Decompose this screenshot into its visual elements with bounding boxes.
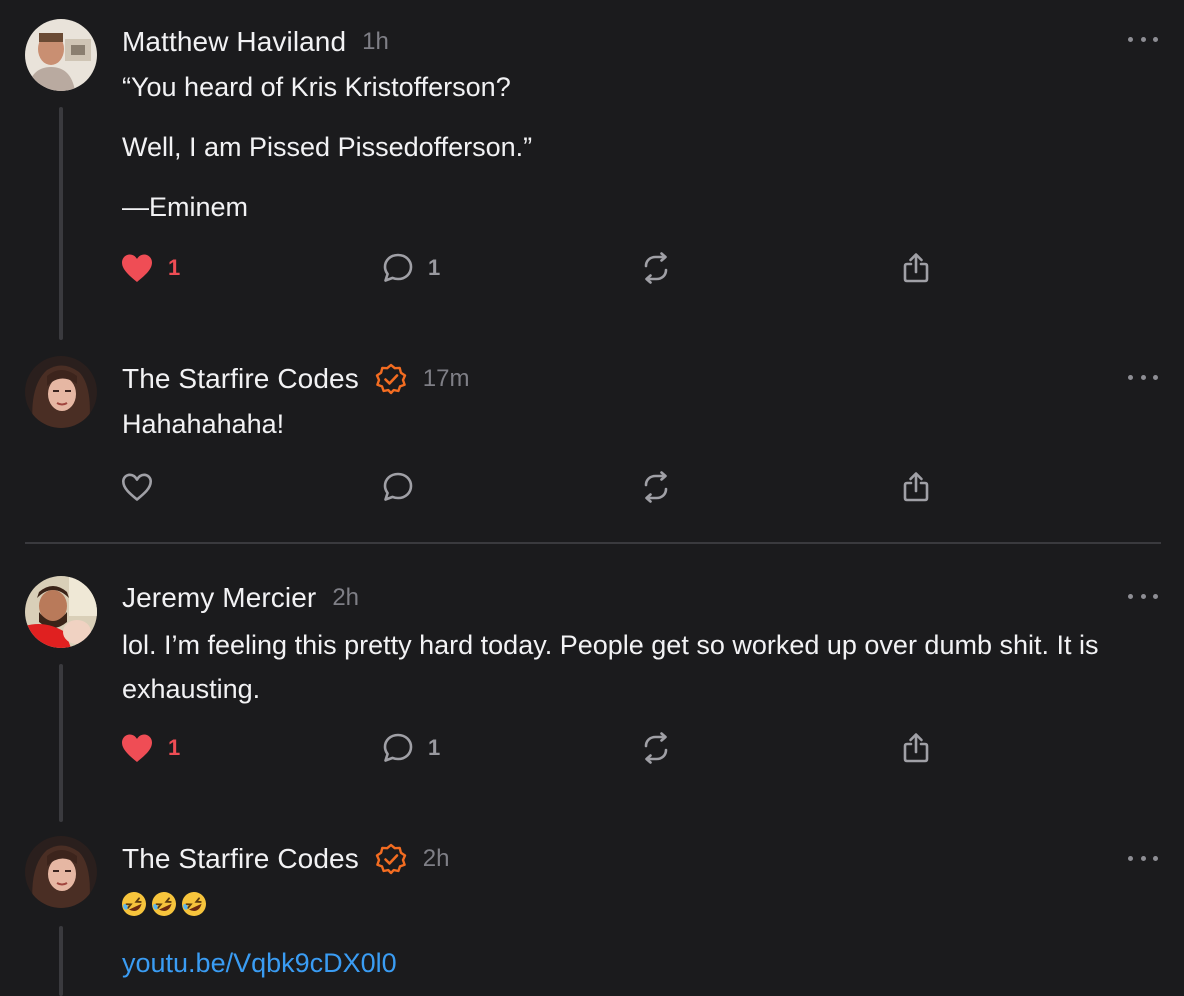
more-options-icon[interactable] bbox=[1128, 34, 1158, 44]
post-paragraph: lol. I’m feeling this pretty hard today.… bbox=[122, 630, 1099, 704]
post-text: Hahahahaha! bbox=[122, 403, 1162, 446]
more-options-icon[interactable] bbox=[1128, 591, 1158, 601]
share-button[interactable] bbox=[900, 467, 932, 507]
heart-icon bbox=[122, 473, 152, 501]
repost-button[interactable] bbox=[640, 728, 672, 768]
thread-line bbox=[59, 107, 63, 340]
thread-divider bbox=[25, 542, 1161, 544]
author-name[interactable]: The Starfire Codes bbox=[122, 843, 359, 875]
reply-button[interactable]: 1 bbox=[382, 728, 440, 768]
heart-icon bbox=[122, 254, 152, 282]
reply-thread-feed: Matthew Haviland 1h “You heard of Kris K… bbox=[0, 0, 1184, 996]
comment-bubble-icon bbox=[383, 253, 413, 282]
post-paragraph: Well, I am Pissed Pissedofferson.” bbox=[122, 132, 533, 162]
post-time: 2h bbox=[422, 845, 450, 872]
more-options-icon[interactable] bbox=[1128, 372, 1158, 382]
like-count: 1 bbox=[168, 735, 181, 760]
avatar[interactable] bbox=[25, 19, 97, 91]
youtube-link[interactable]: youtu.be/Vqbk9cDX0l0 bbox=[122, 948, 397, 979]
repost-button[interactable] bbox=[640, 467, 672, 507]
author-name[interactable]: Matthew Haviland bbox=[122, 26, 346, 58]
share-button[interactable] bbox=[900, 728, 932, 768]
author-name[interactable]: Jeremy Mercier bbox=[122, 582, 316, 614]
share-icon bbox=[903, 733, 929, 763]
share-icon bbox=[903, 472, 929, 502]
post-starfire-codes[interactable]: The Starfire Codes 17m Hahahahaha! bbox=[0, 340, 1184, 540]
repost-icon bbox=[644, 732, 668, 764]
post-time: 1h bbox=[362, 28, 389, 55]
post-starfire-codes-2[interactable]: The Starfire Codes 2h youtu.be/Vqbk9cDX0… bbox=[0, 822, 1184, 996]
reply-count: 1 bbox=[428, 255, 441, 280]
share-icon bbox=[903, 253, 929, 283]
post-header: The Starfire Codes 17m bbox=[122, 359, 469, 399]
reply-button[interactable] bbox=[382, 467, 428, 507]
post-matthew-haviland[interactable]: Matthew Haviland 1h “You heard of Kris K… bbox=[0, 0, 1184, 340]
rolling-laughing-emoji-icon bbox=[152, 892, 176, 916]
post-jeremy-mercier[interactable]: Jeremy Mercier 2h lol. I’m feeling this … bbox=[0, 560, 1184, 822]
share-button[interactable] bbox=[900, 248, 932, 288]
avatar[interactable] bbox=[25, 836, 97, 908]
author-name[interactable]: The Starfire Codes bbox=[122, 363, 359, 395]
rolling-laughing-emoji-icon bbox=[182, 892, 206, 916]
post-paragraph: Hahahahaha! bbox=[122, 409, 285, 439]
verified-badge-icon bbox=[375, 363, 407, 395]
reply-button[interactable]: 1 bbox=[382, 248, 440, 288]
post-text: “You heard of Kris Kristofferson? Well, … bbox=[122, 66, 1162, 229]
rolling-laughing-emoji-icon bbox=[122, 892, 146, 916]
repost-icon bbox=[644, 471, 668, 503]
post-header: Jeremy Mercier 2h bbox=[122, 578, 359, 618]
post-header: Matthew Haviland 1h bbox=[122, 22, 389, 62]
thread-line bbox=[59, 664, 63, 822]
post-actions: 1 1 bbox=[120, 248, 940, 288]
post-time: 2h bbox=[332, 584, 360, 611]
like-button[interactable]: 1 bbox=[120, 248, 180, 288]
comment-bubble-icon bbox=[383, 733, 413, 762]
verified-badge-icon bbox=[375, 843, 407, 875]
post-text: lol. I’m feeling this pretty hard today.… bbox=[122, 623, 1162, 711]
reply-count: 1 bbox=[428, 735, 441, 760]
post-paragraph: —Eminem bbox=[122, 192, 249, 222]
post-time: 17m bbox=[422, 365, 470, 392]
avatar[interactable] bbox=[25, 356, 97, 428]
comment-bubble-icon bbox=[383, 472, 413, 501]
avatar[interactable] bbox=[25, 576, 97, 648]
post-actions bbox=[120, 467, 940, 507]
thread-line bbox=[59, 926, 63, 996]
repost-icon bbox=[644, 252, 668, 284]
heart-icon bbox=[122, 734, 152, 762]
post-paragraph: “You heard of Kris Kristofferson? bbox=[122, 72, 511, 102]
post-header: The Starfire Codes 2h bbox=[122, 839, 450, 879]
emoji-text: 🤣🤣🤣 bbox=[120, 890, 208, 918]
like-button[interactable]: 1 bbox=[120, 728, 180, 768]
like-count: 1 bbox=[168, 255, 181, 280]
post-actions: 1 1 bbox=[120, 728, 940, 768]
repost-button[interactable] bbox=[640, 248, 672, 288]
like-button[interactable] bbox=[120, 467, 168, 507]
more-options-icon[interactable] bbox=[1128, 853, 1158, 863]
